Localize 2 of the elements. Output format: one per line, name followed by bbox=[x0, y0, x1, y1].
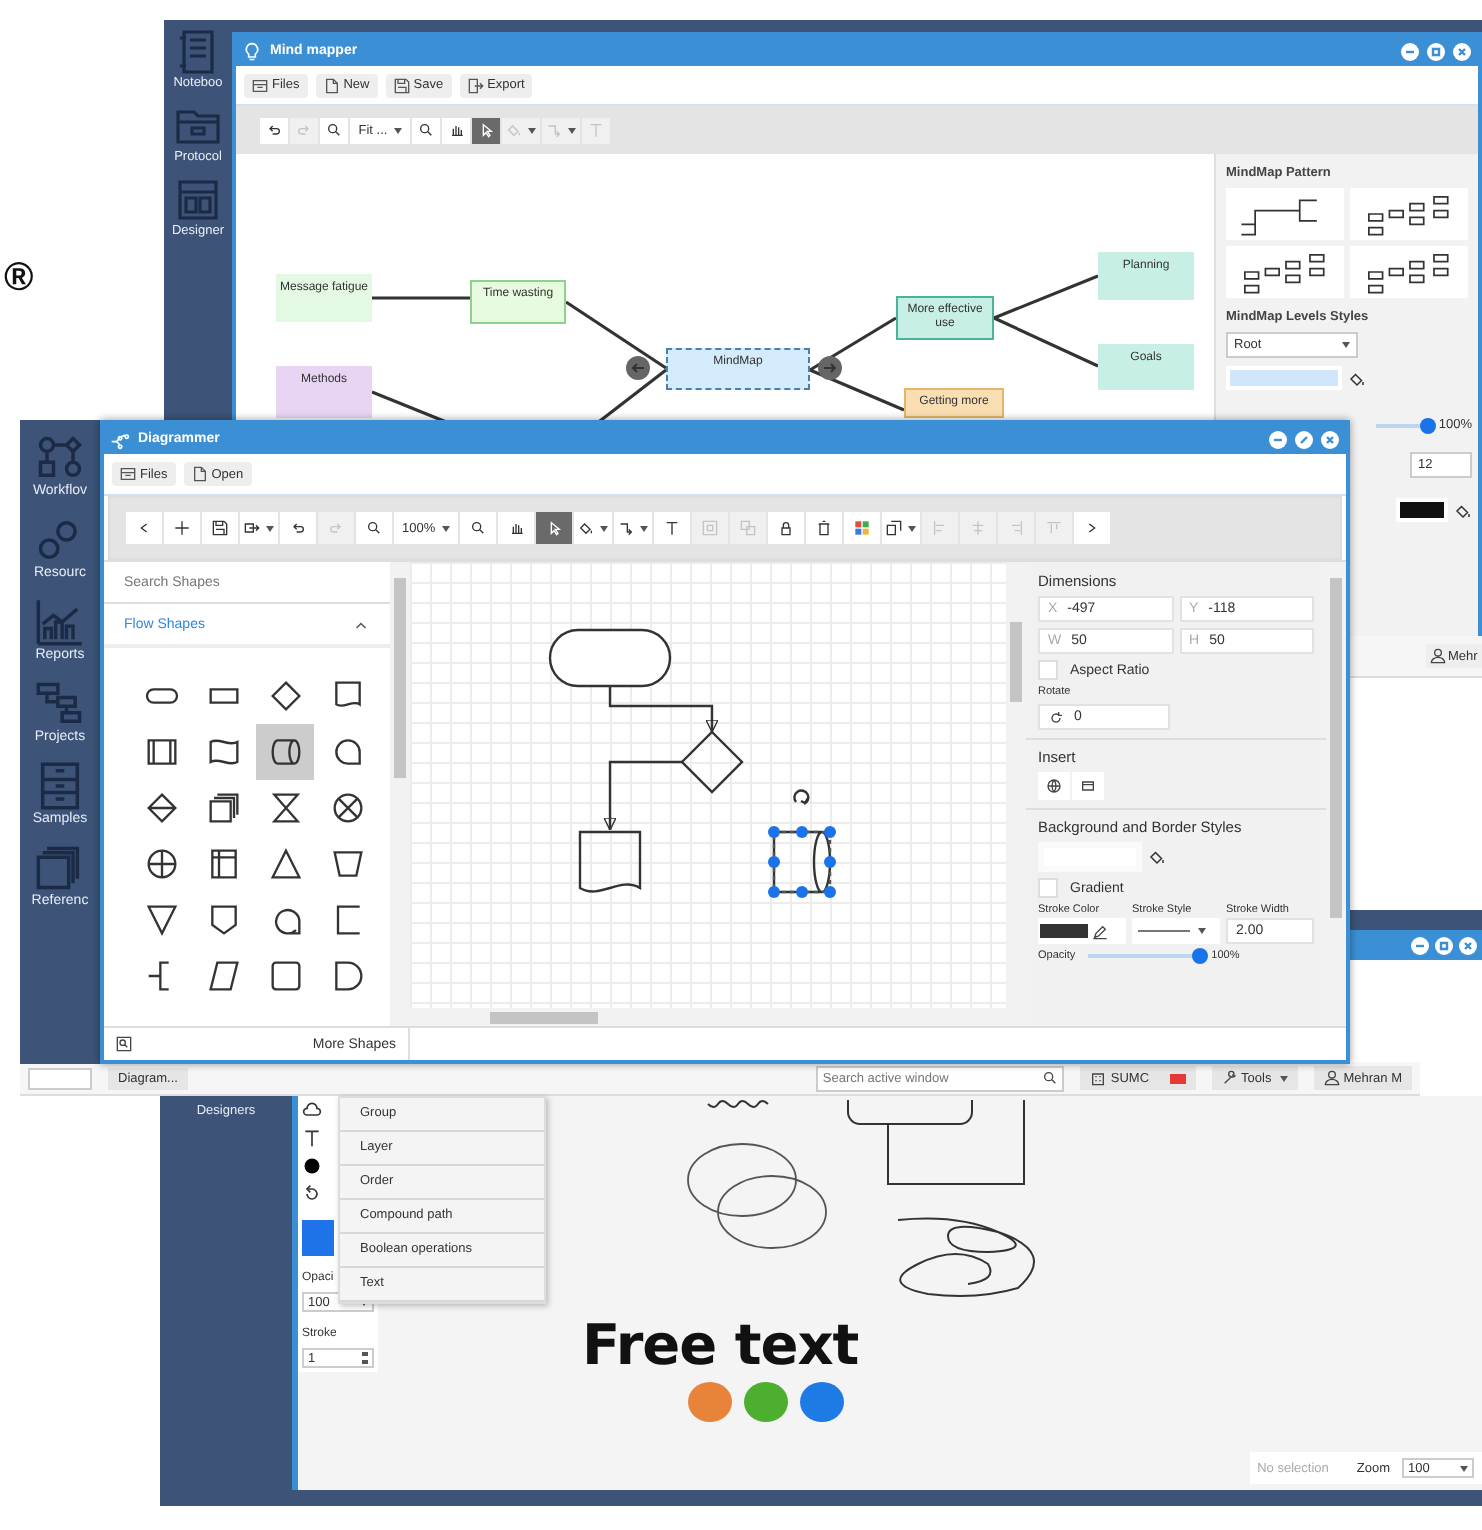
registered-mark: ® bbox=[4, 256, 34, 302]
free-text[interactable]: Free text bbox=[582, 1312, 859, 1378]
